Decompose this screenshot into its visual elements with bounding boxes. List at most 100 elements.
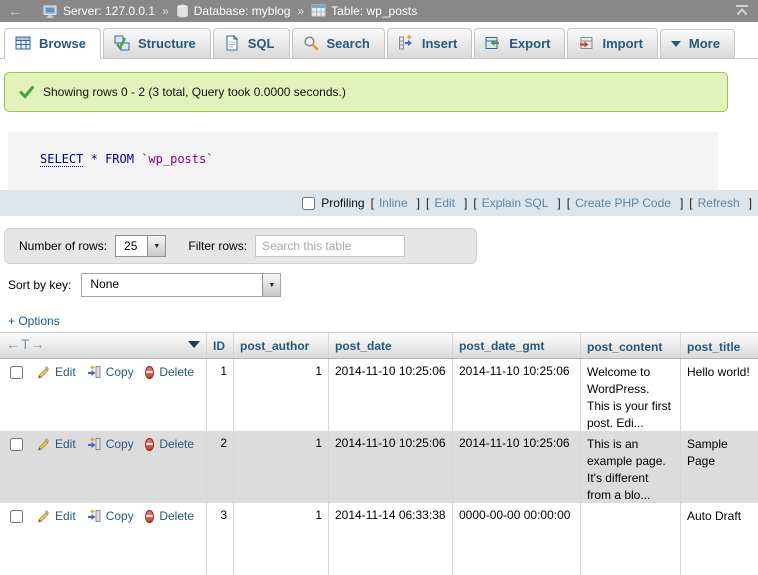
profiling-checkbox[interactable]	[302, 197, 315, 210]
table-tabs: Browse Structure SQL Search Insert	[0, 22, 758, 59]
cell-post-title: Sample Page	[680, 431, 758, 503]
cell-id: 1	[206, 359, 233, 431]
sql-query-text: SELECT * FROM `wp_posts`	[40, 152, 718, 166]
bracket: ]	[417, 196, 420, 210]
tab-browse[interactable]: Browse	[4, 28, 101, 59]
column-header-post-author[interactable]: post_author	[233, 333, 328, 358]
breadcrumb-table: Table: wp_posts	[331, 4, 417, 18]
tab-structure[interactable]: Structure	[103, 28, 211, 58]
bracket: ]	[749, 196, 752, 210]
cell-post-date: 2014-11-10 10:25:06	[328, 431, 452, 503]
select-caret-icon: ▼	[262, 274, 280, 296]
sort-by-key-select[interactable]: None ▼	[81, 273, 281, 297]
cell-post-date-gmt: 0000-00-00 00:00:00	[452, 503, 580, 575]
back-arrow-icon[interactable]: ←	[8, 3, 22, 19]
table-icon	[311, 4, 326, 18]
phpmyadmin-page: ← Server: 127.0.0.1 » Database: myblog »…	[0, 0, 758, 542]
delete-row-link[interactable]: Delete	[159, 509, 194, 523]
number-of-rows-label: Number of rows:	[19, 239, 107, 253]
rows-filter-bar: Number of rows: 25 ▼ Filter rows:	[4, 228, 477, 264]
row-checkbox[interactable]	[10, 366, 23, 379]
inline-link[interactable]: Inline	[379, 196, 408, 210]
tab-search[interactable]: Search	[292, 28, 385, 58]
tab-export[interactable]: Export	[474, 28, 565, 58]
bracket: [	[567, 196, 570, 210]
insert-icon	[398, 35, 414, 51]
delete-row-link[interactable]: Delete	[159, 365, 194, 379]
breadcrumb-separator: »	[297, 4, 304, 18]
sql-keyword: SELECT	[40, 152, 83, 167]
column-header-post-date[interactable]: post_date	[328, 333, 452, 358]
number-of-rows-select[interactable]: 25 ▼	[115, 235, 166, 257]
table-row: Edit Copy Delete 2 1 2014-11-10 10:25:06…	[0, 431, 758, 503]
breadcrumb-server[interactable]: Server: 127.0.0.1	[63, 4, 155, 18]
query-tools-bar: Profiling [ Inline ] [ Edit ] [ Explain …	[0, 190, 758, 216]
options-toggle[interactable]: + Options	[8, 314, 758, 330]
column-header-id[interactable]: ID	[206, 333, 233, 358]
table-row: Edit Copy Delete 3 1 2014-11-14 06:33:38…	[0, 503, 758, 575]
row-checkbox[interactable]	[10, 510, 23, 523]
column-header-post-title[interactable]: post_title	[680, 333, 758, 358]
cell-post-author: 1	[233, 503, 328, 575]
pencil-icon	[36, 437, 50, 451]
copy-row-link[interactable]: Copy	[106, 365, 134, 379]
edit-row-link[interactable]: Edit	[55, 509, 76, 523]
breadcrumb-separator: »	[162, 4, 169, 18]
delete-icon	[145, 510, 155, 523]
select-value: 25	[116, 236, 147, 256]
delete-row-link[interactable]: Delete	[159, 437, 194, 451]
copy-row-link[interactable]: Copy	[106, 437, 134, 451]
column-move-arrows-icon[interactable]: ←T→	[6, 336, 46, 352]
pencil-icon	[36, 509, 50, 523]
edit-row-link[interactable]: Edit	[55, 437, 76, 451]
tab-label: Browse	[39, 36, 86, 51]
search-icon	[303, 35, 319, 51]
cell-post-date: 2014-11-14 06:33:38	[328, 503, 452, 575]
column-header-post-date-gmt[interactable]: post_date_gmt	[452, 333, 580, 358]
sql-star: *	[91, 152, 98, 166]
edit-query-link[interactable]: Edit	[434, 196, 455, 210]
cell-post-content: This is an example page. It's different …	[580, 431, 680, 503]
explain-sql-link[interactable]: Explain SQL	[482, 196, 549, 210]
bracket: ]	[557, 196, 560, 210]
sort-by-key-label: Sort by key:	[8, 278, 71, 292]
tab-label: Structure	[138, 36, 196, 51]
create-php-code-link[interactable]: Create PHP Code	[575, 196, 671, 210]
bracket: [	[426, 196, 429, 210]
copy-row-link[interactable]: Copy	[106, 509, 134, 523]
bracket: [	[689, 196, 692, 210]
cell-post-date-gmt: 2014-11-10 10:25:06	[452, 431, 580, 503]
cell-id: 3	[206, 503, 233, 575]
column-header-post-content[interactable]: post_content	[580, 333, 680, 358]
tab-insert[interactable]: Insert	[387, 28, 472, 58]
server-icon	[43, 4, 58, 19]
tab-label: More	[689, 36, 720, 51]
filter-rows-input[interactable]	[255, 235, 405, 257]
breadcrumb-database[interactable]: Database: myblog	[194, 4, 291, 18]
tab-label: Export	[509, 36, 550, 51]
cell-post-title: Hello world!	[680, 359, 758, 431]
tab-import[interactable]: Import	[567, 28, 657, 58]
scroll-to-top-icon[interactable]	[734, 4, 750, 18]
tab-label: Search	[327, 36, 370, 51]
cell-post-date: 2014-11-10 10:25:06	[328, 359, 452, 431]
breadcrumb: ← Server: 127.0.0.1 » Database: myblog »…	[0, 0, 758, 22]
refresh-link[interactable]: Refresh	[698, 196, 740, 210]
success-notice: Showing rows 0 - 2 (3 total, Query took …	[4, 72, 728, 112]
sort-dropdown-icon[interactable]	[188, 341, 200, 348]
copy-icon	[87, 509, 101, 523]
table-row: Edit Copy Delete 1 1 2014-11-10 10:25:06…	[0, 359, 758, 431]
profiling-label: Profiling	[321, 196, 364, 210]
row-checkbox[interactable]	[10, 438, 23, 451]
delete-icon	[145, 366, 155, 379]
notice-message: Showing rows 0 - 2 (3 total, Query took …	[43, 85, 346, 99]
select-value: None	[82, 274, 129, 296]
tab-more[interactable]: More	[660, 29, 735, 58]
sql-table-ref: `wp_posts`	[141, 152, 213, 166]
export-icon	[485, 35, 501, 51]
edit-row-link[interactable]: Edit	[55, 365, 76, 379]
bracket: ]	[680, 196, 683, 210]
tab-sql[interactable]: SQL	[213, 28, 290, 58]
filter-rows-label: Filter rows:	[188, 239, 247, 253]
sql-query-box: SELECT * FROM `wp_posts`	[8, 132, 718, 190]
